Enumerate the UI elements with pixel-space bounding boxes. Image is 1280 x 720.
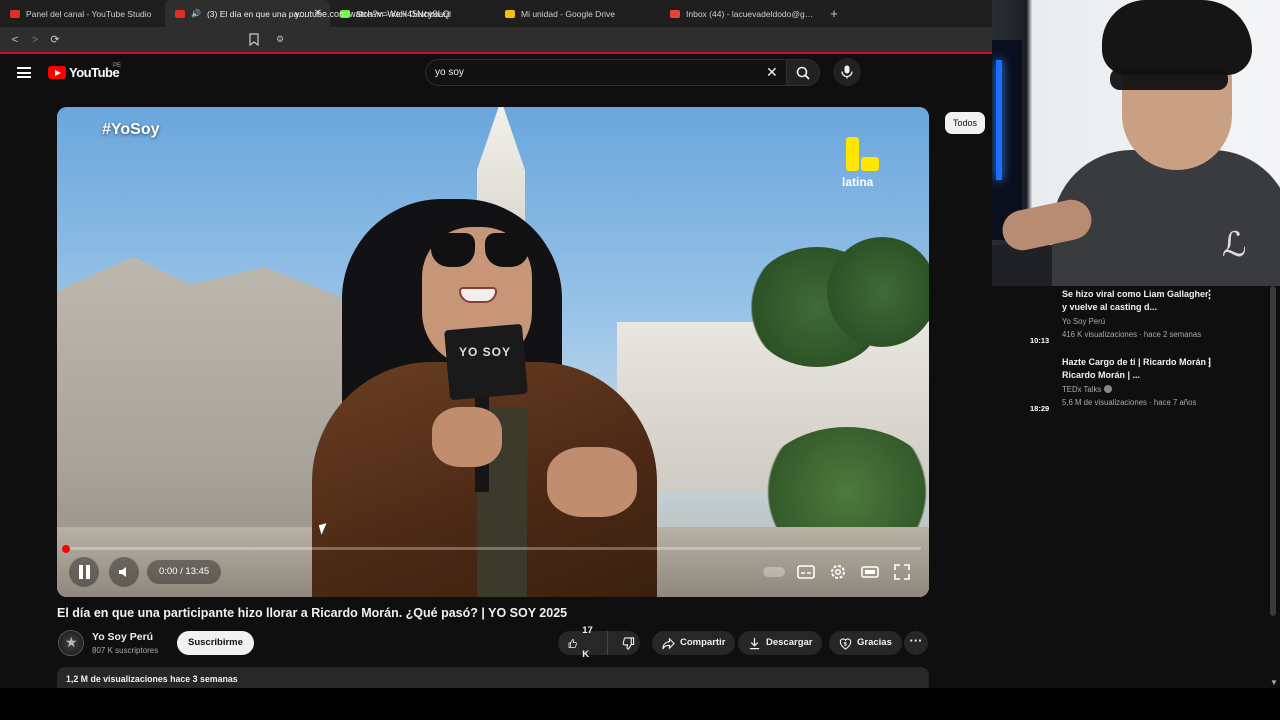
views-and-date: 1,2 M de visualizaciones hace 3 semanas (66, 674, 238, 684)
like-button[interactable]: 17 K (558, 625, 608, 660)
country-code: PE (113, 63, 122, 69)
reload-icon[interactable]: ⟳ (45, 33, 65, 46)
more-options-icon[interactable]: ⋮ (1204, 356, 1215, 369)
forward-icon[interactable]: > (25, 34, 45, 46)
youtube-wordmark: YouTube (69, 65, 120, 80)
verified-icon (1104, 385, 1113, 393)
latina-logo: latina (840, 137, 890, 189)
speaker-icon[interactable]: 🔊 (191, 9, 201, 18)
video-title: El día en que una participante hizo llor… (57, 606, 568, 620)
filter-chip-all[interactable]: Todos (945, 112, 986, 134)
video-palm-tree (827, 237, 929, 347)
download-button[interactable]: Descargar (738, 631, 823, 655)
fullscreen-icon[interactable] (892, 562, 912, 582)
duration-badge: 10:13 (1030, 336, 1050, 345)
webcam-person-hair (1102, 0, 1252, 75)
latina-logo-text: latina (842, 175, 874, 189)
related-channel-name: TEDx Talks (1062, 385, 1102, 394)
progress-scrubber[interactable] (62, 545, 70, 553)
related-meta: 416 K visualizaciones · hace 2 semanas (1062, 330, 1202, 339)
latina-logo-bar (846, 137, 859, 171)
voice-search-button[interactable] (833, 58, 861, 86)
share-button[interactable]: Compartir (652, 631, 736, 655)
theater-mode-icon[interactable] (860, 562, 880, 582)
channel-name[interactable]: Yo Soy Perú (92, 631, 153, 643)
video-presenter-mouth (459, 287, 497, 303)
volume-button[interactable] (109, 557, 139, 587)
thanks-button[interactable]: $ Gracias (829, 631, 902, 655)
url-text: youtube.com/watch?v=WeH45Ncy9LQ (295, 8, 450, 19)
related-video[interactable]: 10:13 Se hizo viral como Liam Gallagher … (1030, 288, 1222, 350)
la-logo-icon: ℒ (1222, 225, 1247, 265)
scroll-down-arrow-icon[interactable]: ▼ (1270, 678, 1278, 687)
duration-badge: 18:29 (1030, 404, 1050, 413)
webcam-sunglasses (1110, 68, 1228, 90)
video-hashtag-overlay: #YoSoy (102, 121, 160, 138)
page-scrollbar[interactable] (1270, 286, 1276, 616)
webcam-rgb-light (996, 60, 1002, 180)
menu-icon[interactable] (17, 67, 31, 78)
subtitles-icon[interactable] (796, 562, 816, 582)
more-actions-button[interactable]: ··· (904, 631, 928, 655)
thumbs-down-icon (622, 636, 634, 650)
settings-icon[interactable] (828, 562, 848, 582)
tab-label: Panel del canal - YouTube Studio (26, 8, 152, 19)
site-info-icon[interactable]: ⚙ (276, 34, 284, 45)
screen: Panel del canal - YouTube Studio 🔊 (3) E… (0, 0, 1280, 720)
microphone-icon (841, 65, 853, 79)
share-arrow-icon (662, 637, 675, 649)
dislike-button[interactable] (613, 631, 644, 655)
youtube-logo[interactable]: YouTube (48, 65, 120, 80)
latina-logo-block (861, 157, 879, 171)
share-label: Compartir (680, 637, 726, 648)
description-box[interactable]: 1,2 M de visualizaciones hace 3 semanas (57, 667, 929, 689)
download-icon (749, 637, 760, 649)
download-label: Descargar (766, 637, 813, 648)
youtube-favicon-icon (10, 9, 20, 18)
back-icon[interactable]: < (5, 34, 25, 46)
pause-button[interactable] (69, 557, 99, 587)
mic-flag-label: YO SOY (458, 345, 511, 359)
browser-address-bar: < > ⟳ (0, 27, 992, 54)
bottom-black-bar (0, 688, 1280, 720)
search-icon (796, 66, 810, 80)
super-thanks-icon: $ (839, 637, 852, 650)
volume-icon (119, 567, 126, 577)
video-microphone (444, 323, 528, 401)
like-dislike-group: 17 K (558, 625, 640, 660)
bookmark-icon[interactable] (249, 33, 259, 46)
thanks-label: Gracias (857, 637, 892, 648)
subscriber-count: 807 K suscriptores (92, 646, 159, 655)
search-query: yo soy (435, 67, 464, 78)
related-channel[interactable]: TEDx Talks (1062, 385, 1113, 394)
related-meta: 5,6 M de visualizaciones · hace 7 años (1062, 398, 1197, 407)
autoplay-toggle[interactable] (763, 567, 785, 577)
related-title[interactable]: Hazte Cargo de ti | Ricardo Morán | Rica… (1062, 356, 1212, 382)
search-button[interactable] (786, 59, 820, 86)
more-options-icon[interactable]: ⋮ (1204, 288, 1215, 301)
time-display: 0:00 / 13:45 (147, 560, 222, 584)
thumbs-up-icon (568, 638, 577, 648)
video-sunglasses (431, 233, 529, 269)
video-hand (432, 407, 502, 467)
progress-bar[interactable] (65, 547, 921, 550)
svg-text:$: $ (843, 641, 847, 647)
youtube-favicon-icon (175, 9, 185, 18)
clear-search-icon[interactable]: ✕ (766, 64, 778, 81)
like-count: 17 K (582, 625, 593, 660)
video-hand (547, 447, 637, 517)
youtube-header: YouTube PE yo soy ✕ (0, 56, 992, 90)
related-title[interactable]: Se hizo viral como Liam Gallagher y vuel… (1062, 288, 1212, 314)
webcam-overlay: ℒ (992, 0, 1280, 286)
youtube-play-icon (48, 66, 66, 79)
video-player[interactable]: YO SOY #YoSoy latina 0:00 / 13:45 (57, 107, 929, 597)
channel-avatar[interactable] (58, 630, 84, 656)
subscribe-button[interactable]: Suscribirme (177, 631, 254, 655)
url-field[interactable]: youtube.com/watch?v=WeH45Ncy9LQ (240, 4, 988, 23)
search-input[interactable]: yo soy ✕ (425, 59, 787, 86)
related-channel[interactable]: Yo Soy Perú (1062, 317, 1105, 326)
related-video[interactable]: 18:29 Hazte Cargo de ti | Ricardo Morán … (1030, 356, 1222, 418)
tab-youtube-studio[interactable]: Panel del canal - YouTube Studio (0, 0, 165, 27)
